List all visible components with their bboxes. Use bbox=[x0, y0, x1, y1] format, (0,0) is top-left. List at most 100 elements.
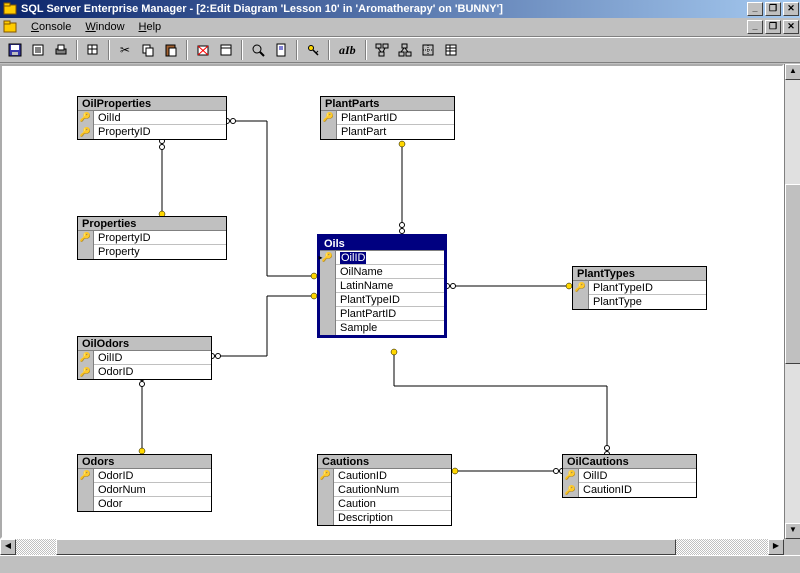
zoom-button[interactable] bbox=[247, 39, 269, 61]
key-icon: 🔑 bbox=[573, 281, 589, 295]
vertical-scrollbar[interactable]: ▲ ▼ bbox=[784, 64, 800, 539]
new-table-button[interactable] bbox=[82, 39, 104, 61]
key-icon bbox=[320, 279, 336, 293]
column-name: OilName bbox=[336, 266, 444, 278]
menu-console[interactable]: Console bbox=[24, 19, 78, 35]
scroll-corner bbox=[784, 539, 800, 555]
column-name: PlantPart bbox=[337, 126, 454, 138]
table-properties[interactable]: Properties 🔑PropertyID Property bbox=[77, 216, 227, 260]
save-button[interactable] bbox=[4, 39, 26, 61]
copy-button[interactable] bbox=[137, 39, 159, 61]
column-name: PlantTypeID bbox=[336, 294, 444, 306]
mdi-close-button[interactable]: ✕ bbox=[783, 20, 799, 34]
table-planttypes[interactable]: PlantTypes 🔑PlantTypeID PlantType bbox=[572, 266, 707, 310]
paste-button[interactable] bbox=[160, 39, 182, 61]
key-icon bbox=[320, 307, 336, 321]
column-name: OilId bbox=[94, 112, 226, 124]
properties-button[interactable] bbox=[27, 39, 49, 61]
window-controls: _ ❐ ✕ bbox=[746, 0, 800, 18]
key-icon: 🔑 bbox=[78, 231, 94, 245]
column-name: OdorID bbox=[94, 366, 211, 378]
key-icon bbox=[78, 245, 94, 259]
arrange-tables-button[interactable] bbox=[394, 39, 416, 61]
table-title: OilCautions bbox=[563, 455, 696, 469]
key-icon: 🔑 bbox=[563, 469, 579, 483]
table-cautions[interactable]: Cautions 🔑CautionID CautionNum Caution D… bbox=[317, 454, 452, 526]
table-title: Cautions bbox=[318, 455, 451, 469]
scroll-track[interactable] bbox=[16, 539, 768, 555]
toolbar-separator bbox=[365, 40, 367, 60]
print-button[interactable] bbox=[50, 39, 72, 61]
column-name: LatinName bbox=[336, 280, 444, 292]
mdi-maximize-button[interactable]: ❐ bbox=[765, 20, 781, 34]
column-name: PlantPartID bbox=[336, 308, 444, 320]
table-oilodors[interactable]: OilOdors 🔑OilID 🔑OdorID bbox=[77, 336, 212, 380]
column-name: PlantType bbox=[589, 296, 706, 308]
column-name: OdorID bbox=[94, 470, 211, 482]
column-name: CautionID bbox=[579, 484, 696, 496]
key-icon bbox=[318, 511, 334, 525]
column-name: Description bbox=[334, 512, 451, 524]
column-name: PlantTypeID bbox=[589, 282, 706, 294]
key-icon bbox=[320, 265, 336, 279]
table-oils[interactable]: Oils 🔑OilID OilName LatinName PlantTypeI… bbox=[317, 234, 447, 338]
table-oilcautions[interactable]: OilCautions 🔑OilID 🔑CautionID bbox=[562, 454, 697, 498]
column-name: OilID bbox=[579, 470, 696, 482]
primary-key-button[interactable] bbox=[302, 39, 324, 61]
menu-bar: Console Window Help _ ❐ ✕ bbox=[0, 18, 800, 37]
window-title: SQL Server Enterprise Manager - [2:Edit … bbox=[21, 3, 746, 15]
status-bar bbox=[0, 555, 800, 573]
key-icon: 🔑 bbox=[318, 469, 334, 483]
scroll-thumb[interactable] bbox=[785, 184, 800, 364]
key-icon bbox=[78, 497, 94, 511]
table-title: Properties bbox=[78, 217, 226, 231]
mdi-minimize-button[interactable]: _ bbox=[747, 20, 763, 34]
toolbar: ✂ aIb bbox=[0, 37, 800, 63]
scroll-left-button[interactable]: ◀ bbox=[0, 539, 16, 555]
table-odors[interactable]: Odors 🔑OdorID OdorNum Odor bbox=[77, 454, 212, 512]
diagram-canvas[interactable]: OilProperties 🔑OilId 🔑PropertyID Propert… bbox=[0, 64, 784, 539]
scroll-up-button[interactable]: ▲ bbox=[785, 64, 800, 80]
table-oilproperties[interactable]: OilProperties 🔑OilId 🔑PropertyID bbox=[77, 96, 227, 140]
toolbar-separator bbox=[186, 40, 188, 60]
key-icon: 🔑 bbox=[320, 251, 336, 265]
column-name: PropertyID bbox=[94, 126, 226, 138]
mdi-controls: _ ❐ ✕ bbox=[746, 18, 800, 36]
close-button[interactable]: ✕ bbox=[783, 2, 799, 16]
column-name: OdorNum bbox=[94, 484, 211, 496]
mdi-icon[interactable] bbox=[2, 19, 18, 35]
script-button[interactable] bbox=[270, 39, 292, 61]
key-icon bbox=[320, 293, 336, 307]
remove-button[interactable] bbox=[192, 39, 214, 61]
key-icon: 🔑 bbox=[321, 111, 337, 125]
column-name: CautionID bbox=[334, 470, 451, 482]
table-title: OilProperties bbox=[78, 97, 226, 111]
key-icon: 🔑 bbox=[78, 125, 94, 139]
menu-window[interactable]: Window bbox=[78, 19, 131, 35]
scroll-thumb[interactable] bbox=[56, 539, 676, 555]
column-name: Sample bbox=[336, 322, 444, 334]
key-icon bbox=[78, 483, 94, 497]
horizontal-scrollbar[interactable]: ◀ ▶ bbox=[0, 539, 800, 555]
table-title: Oils bbox=[320, 237, 444, 251]
table-view-button[interactable] bbox=[440, 39, 462, 61]
arrange-selection-button[interactable] bbox=[371, 39, 393, 61]
key-icon bbox=[321, 125, 337, 139]
maximize-button[interactable]: ❐ bbox=[765, 2, 781, 16]
scroll-right-button[interactable]: ▶ bbox=[768, 539, 784, 555]
column-name: Odor bbox=[94, 498, 211, 510]
menu-help[interactable]: Help bbox=[132, 19, 169, 35]
show-table-button[interactable] bbox=[215, 39, 237, 61]
column-name: Property bbox=[94, 246, 226, 258]
minimize-button[interactable]: _ bbox=[747, 2, 763, 16]
annotation-button[interactable]: aIb bbox=[334, 39, 361, 61]
key-icon bbox=[318, 483, 334, 497]
page-breaks-button[interactable] bbox=[417, 39, 439, 61]
cut-button[interactable]: ✂ bbox=[114, 39, 136, 61]
key-icon bbox=[573, 295, 589, 309]
toolbar-separator bbox=[296, 40, 298, 60]
key-icon: 🔑 bbox=[78, 111, 94, 125]
table-title: OilOdors bbox=[78, 337, 211, 351]
table-plantparts[interactable]: PlantParts 🔑PlantPartID PlantPart bbox=[320, 96, 455, 140]
scroll-down-button[interactable]: ▼ bbox=[785, 523, 800, 539]
